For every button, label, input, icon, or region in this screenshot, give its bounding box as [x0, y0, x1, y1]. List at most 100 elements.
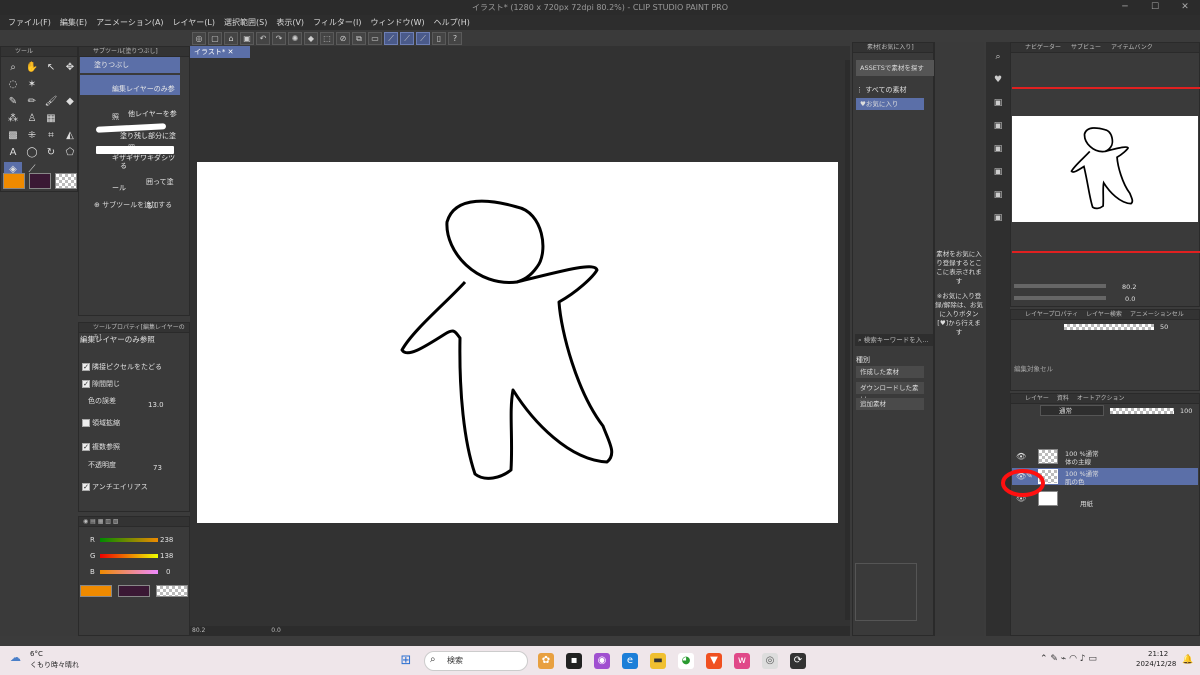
operation-icon[interactable]: ↖ — [42, 60, 60, 76]
canvas-zoom-value[interactable]: 80.2 — [192, 627, 205, 634]
expand-option[interactable]: 領域拡縮 — [82, 418, 120, 428]
clear-icon[interactable]: ✺ — [288, 31, 302, 45]
fill-icon[interactable]: ◆ — [304, 31, 318, 45]
undo-icon[interactable]: ↶ — [256, 31, 270, 45]
correction-icon[interactable]: ↻ — [42, 145, 60, 161]
clock-date[interactable]: 2024/12/28 — [1136, 660, 1176, 668]
search-icon[interactable]: ⌕ — [986, 46, 1010, 69]
layer-property-value[interactable]: 50 — [1160, 323, 1168, 331]
color-panel-tabs[interactable]: ◉ ▤ ▦ ▥ ▧ — [79, 517, 189, 527]
material-folder-icon[interactable]: ▣ — [986, 92, 1010, 115]
menu-animation[interactable]: アニメーション(A) — [96, 17, 163, 28]
color-panel-sub-swatch[interactable] — [118, 585, 150, 597]
color-panel-transparent[interactable] — [156, 585, 188, 597]
canvas-scrollbar[interactable] — [845, 60, 850, 620]
material-brush-icon[interactable]: ▣ — [986, 138, 1010, 161]
clip-studio-paint-icon[interactable]: ⟳ — [790, 653, 806, 669]
chrome-icon[interactable]: ◕ — [678, 653, 694, 669]
menu-layer[interactable]: レイヤー(L) — [173, 17, 215, 28]
snap-grid-icon[interactable]: ⟋ — [416, 31, 430, 45]
magic-wand-icon[interactable]: ✶ — [23, 77, 41, 93]
color-r-slider[interactable] — [100, 538, 158, 542]
selection-border-icon[interactable]: ▭ — [368, 31, 382, 45]
snap-ruler-icon[interactable]: ⟋ — [384, 31, 398, 45]
favorite-icon[interactable]: ♥ — [986, 69, 1010, 92]
layer-opacity-slider[interactable] — [1064, 324, 1154, 330]
clip-studio-icon[interactable]: ◎ — [762, 653, 778, 669]
text-icon[interactable]: A — [4, 145, 22, 161]
layer-row-line[interactable]: 👁 100 %通常 体の主線 — [1012, 448, 1198, 466]
menu-file[interactable]: ファイル(F) — [8, 17, 51, 28]
canvas-angle-value[interactable]: 0.0 — [271, 627, 281, 634]
app-icon[interactable]: ◎ — [192, 31, 206, 45]
canvas[interactable] — [197, 162, 838, 523]
taskbar-search[interactable]: 検索 — [424, 651, 528, 671]
menu-view[interactable]: 表示(V) — [276, 17, 304, 28]
subtool-enclose-fill[interactable]: 囲って塗る — [80, 170, 180, 210]
assets-search-button[interactable]: ASSETSで素材を探す — [856, 60, 934, 76]
maximize-button[interactable]: ☐ — [1140, 0, 1170, 15]
transparent-swatch[interactable] — [55, 173, 77, 189]
close-button[interactable]: ✕ — [1170, 0, 1200, 15]
navigator-zoom-value[interactable]: 80.2 — [1122, 283, 1136, 291]
redo-icon[interactable]: ↷ — [272, 31, 286, 45]
material-pose-icon[interactable]: ▣ — [986, 207, 1010, 230]
subtool-fill[interactable]: 塗りつぶし — [80, 57, 180, 73]
blend-mode-select[interactable]: 通常 — [1040, 405, 1104, 416]
snap-special-ruler-icon[interactable]: ⟋ — [400, 31, 414, 45]
notification-icon[interactable]: 🔔 — [1182, 655, 1193, 665]
minimize-button[interactable]: ─ — [1110, 0, 1140, 15]
close-gap-option[interactable]: ✓ 隙間閉じ — [82, 379, 120, 389]
fill-tool-icon[interactable]: ◭ — [61, 128, 79, 144]
tab-layer-property[interactable]: レイヤープロパティ — [1025, 310, 1078, 319]
figure-icon[interactable]: ▩ — [4, 128, 22, 144]
add-subtool-button[interactable]: ⊕ サブツールを追加する — [94, 200, 172, 210]
layer-panel-opacity-value[interactable]: 100 — [1180, 407, 1192, 415]
edge-icon[interactable]: e — [622, 653, 638, 669]
open-file-icon[interactable]: ⌂ — [224, 31, 238, 45]
tray-icons[interactable]: ⌃ ✎ ⌁ ◠ ♪ ▭ — [1040, 654, 1097, 664]
material-image-icon[interactable]: ▣ — [986, 115, 1010, 138]
color-panel-main-swatch[interactable] — [80, 585, 112, 597]
taskbar-app-icon[interactable]: ✿ — [538, 653, 554, 669]
subtool-refer-other[interactable]: 他レイヤーを参照 — [80, 97, 180, 152]
tab-reference[interactable]: 資料 — [1057, 394, 1069, 403]
copilot-icon[interactable]: ◉ — [594, 653, 610, 669]
color-g-value[interactable]: 138 — [160, 552, 173, 560]
material-search-input[interactable]: ⌕ 検索キーワードを入… — [855, 334, 933, 346]
tab-animation-cel[interactable]: アニメーションセル — [1130, 310, 1184, 319]
menu-selection[interactable]: 選択範囲(S) — [224, 17, 267, 28]
app-w-icon[interactable]: w — [734, 653, 750, 669]
transform-icon[interactable]: ⬚ — [320, 31, 334, 45]
navigator-angle-value[interactable]: 0.0 — [1125, 295, 1135, 303]
new-file-icon[interactable]: ▢ — [208, 31, 222, 45]
brave-icon[interactable]: ▼ — [706, 653, 722, 669]
file-explorer-icon[interactable]: ▬ — [650, 653, 666, 669]
tab-navigator[interactable]: ナビゲーター — [1025, 43, 1061, 52]
save-icon[interactable]: ▣ — [240, 31, 254, 45]
navigator-zoom-slider[interactable] — [1014, 284, 1106, 288]
zoom-icon[interactable]: ⌕ — [4, 60, 22, 76]
brush-icon[interactable]: 🖌 — [42, 94, 60, 110]
sub-color-swatch[interactable] — [29, 173, 51, 189]
menu-edit[interactable]: 編集(E) — [60, 17, 87, 28]
deselect-icon[interactable]: ⊘ — [336, 31, 350, 45]
clock-time[interactable]: 21:12 — [1148, 650, 1168, 658]
subtool-panel-tab[interactable]: サブツール[塗りつぶし] — [79, 47, 189, 57]
category-added[interactable]: 追加素材 — [856, 398, 924, 410]
windows-start-icon[interactable]: ⊞ — [398, 653, 414, 669]
tab-layer-search[interactable]: レイヤー検索 — [1086, 310, 1122, 319]
hand-icon[interactable]: ✋ — [23, 60, 41, 76]
tool-property-tab[interactable]: ツールプロパティ[編集レイヤーのみ] — [79, 323, 189, 341]
pen-icon[interactable]: ✎ — [4, 94, 22, 110]
menu-window[interactable]: ウィンドウ(W) — [371, 17, 425, 28]
material-panel-tab[interactable]: 素材[お気に入り] — [853, 43, 933, 53]
smartphone-icon[interactable]: ▯ — [432, 31, 446, 45]
main-color-swatch[interactable] — [3, 173, 25, 189]
menu-filter[interactable]: フィルター(I) — [313, 17, 361, 28]
frame-icon[interactable]: ⁜ — [23, 128, 41, 144]
eraser-icon[interactable]: ◆ — [61, 94, 79, 110]
weather-temp[interactable]: 6°C — [30, 650, 43, 658]
pencil-icon[interactable]: ✏ — [23, 94, 41, 110]
color-g-slider[interactable] — [100, 554, 158, 558]
